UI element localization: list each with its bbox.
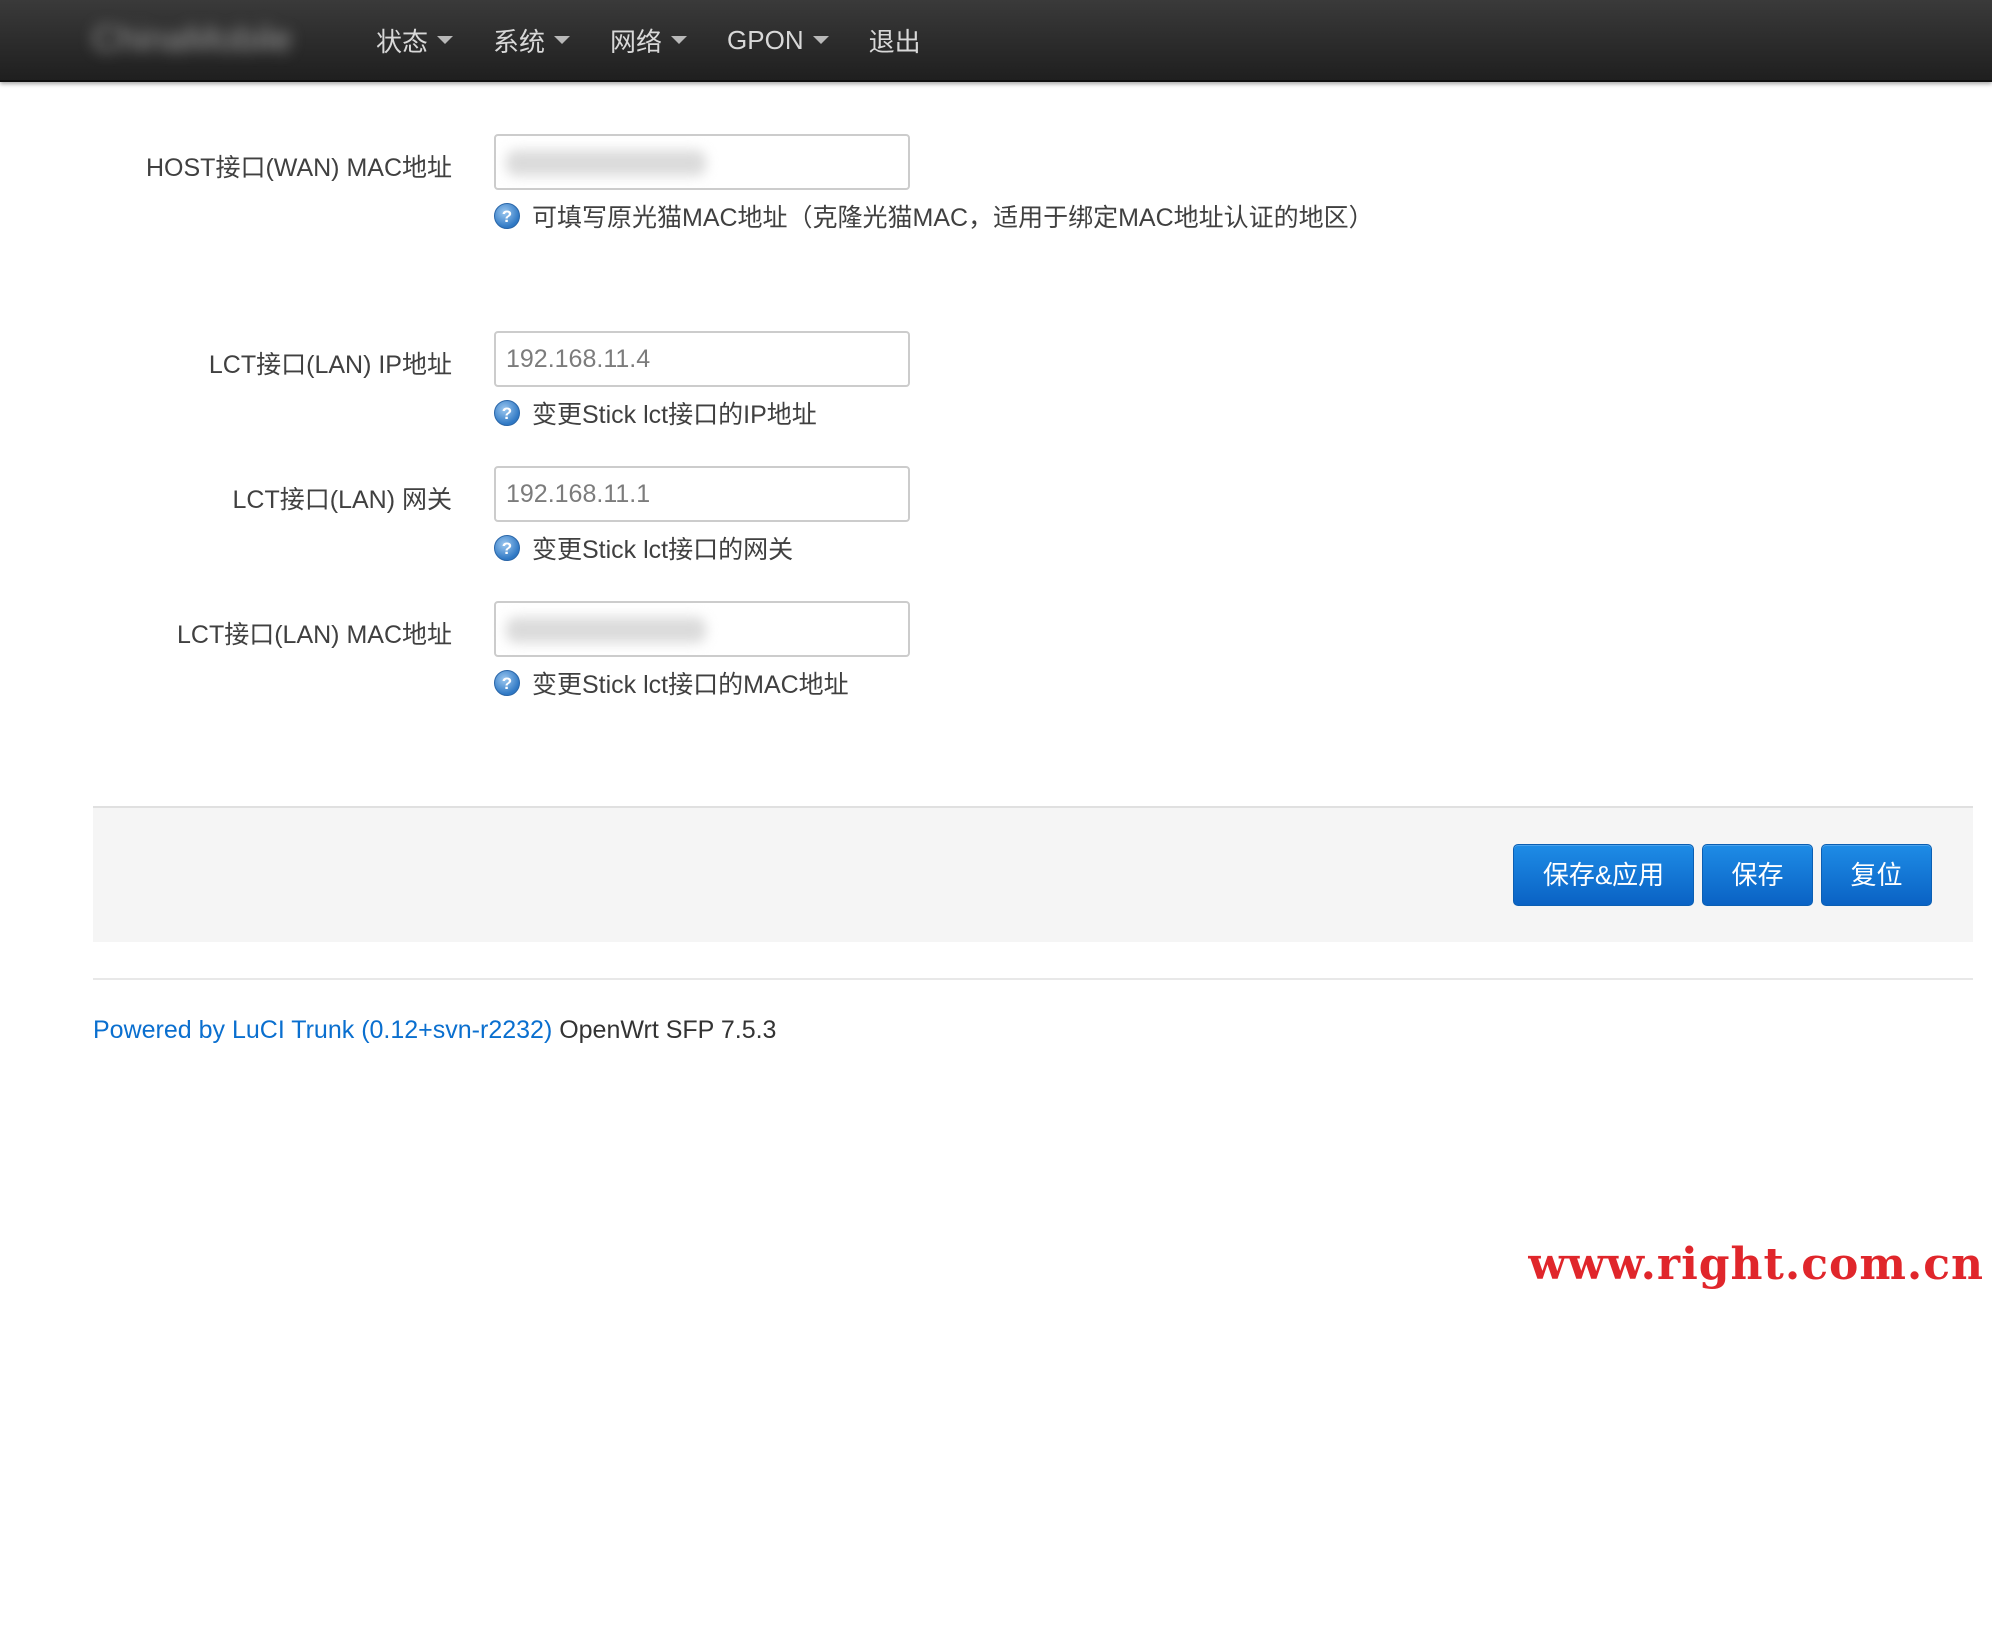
luci-link[interactable]: Powered by LuCI Trunk (0.12+svn-r2232) <box>93 1016 552 1044</box>
menu-gpon-label: GPON <box>727 24 804 55</box>
lct-lan-gateway-hint: ? 变更Stick lct接口的网关 <box>494 530 793 566</box>
save-apply-button[interactable]: 保存&应用 <box>1513 844 1694 906</box>
menu-status-label: 状态 <box>376 26 429 57</box>
save-button[interactable]: 保存 <box>1702 844 1813 906</box>
lct-lan-ip-label: LCT接口(LAN) IP地址 <box>208 351 452 379</box>
help-icon: ? <box>494 400 520 426</box>
hint-text: 可填写原光猫MAC地址（克隆光猫MAC，适用于绑定MAC地址认证的地区） <box>532 204 1374 232</box>
menu-system[interactable]: 系统 <box>477 0 594 80</box>
menu-status[interactable]: 状态 <box>360 0 477 80</box>
caret-down-icon <box>554 36 571 44</box>
caret-down-icon <box>437 36 454 44</box>
main-menu: 状态 系统 网络 GPON 退出 <box>360 0 945 80</box>
lct-lan-mac-hint: ? 变更Stick lct接口的MAC地址 <box>494 665 849 701</box>
top-navbar: ChinaMobile 状态 系统 网络 GPON 退出 <box>0 0 1992 82</box>
lct-lan-mac-label: LCT接口(LAN) MAC地址 <box>176 621 452 649</box>
hint-text: 变更Stick lct接口的MAC地址 <box>532 671 849 699</box>
reset-button[interactable]: 复位 <box>1821 844 1932 906</box>
help-icon: ? <box>494 535 520 561</box>
footer: Powered by LuCI Trunk (0.12+svn-r2232) O… <box>93 1016 776 1045</box>
caret-down-icon <box>812 36 829 44</box>
lct-lan-ip-hint: ? 变更Stick lct接口的IP地址 <box>494 395 817 431</box>
caret-down-icon <box>671 36 688 44</box>
site-watermark: www.right.com.cn <box>1528 1239 1984 1290</box>
hint-text: 变更Stick lct接口的网关 <box>532 536 794 564</box>
footer-divider <box>93 978 1973 980</box>
menu-logout-label: 退出 <box>868 26 921 57</box>
menu-network[interactable]: 网络 <box>594 0 711 80</box>
host-wan-mac-hint: ? 可填写原光猫MAC地址（克隆光猫MAC，适用于绑定MAC地址认证的地区） <box>494 198 1374 234</box>
firmware-version: OpenWrt SFP 7.5.3 <box>552 1016 777 1044</box>
help-icon: ? <box>494 670 520 696</box>
lct-lan-gateway-input[interactable] <box>494 466 910 522</box>
host-wan-mac-label: HOST接口(WAN) MAC地址 <box>146 154 452 182</box>
lct-lan-gateway-label: LCT接口(LAN) 网关 <box>232 486 452 514</box>
brand-logo[interactable]: ChinaMobile <box>92 14 322 64</box>
menu-network-label: 网络 <box>610 26 663 57</box>
form-actions-bar: 保存&应用 保存 复位 <box>93 806 1973 942</box>
menu-logout[interactable]: 退出 <box>853 0 945 80</box>
menu-gpon[interactable]: GPON <box>711 0 853 80</box>
menu-system-label: 系统 <box>493 26 546 57</box>
blurred-value <box>506 617 706 643</box>
lct-lan-ip-input[interactable] <box>494 331 910 387</box>
help-icon: ? <box>494 203 520 229</box>
blurred-value <box>506 150 706 176</box>
hint-text: 变更Stick lct接口的IP地址 <box>532 401 817 429</box>
